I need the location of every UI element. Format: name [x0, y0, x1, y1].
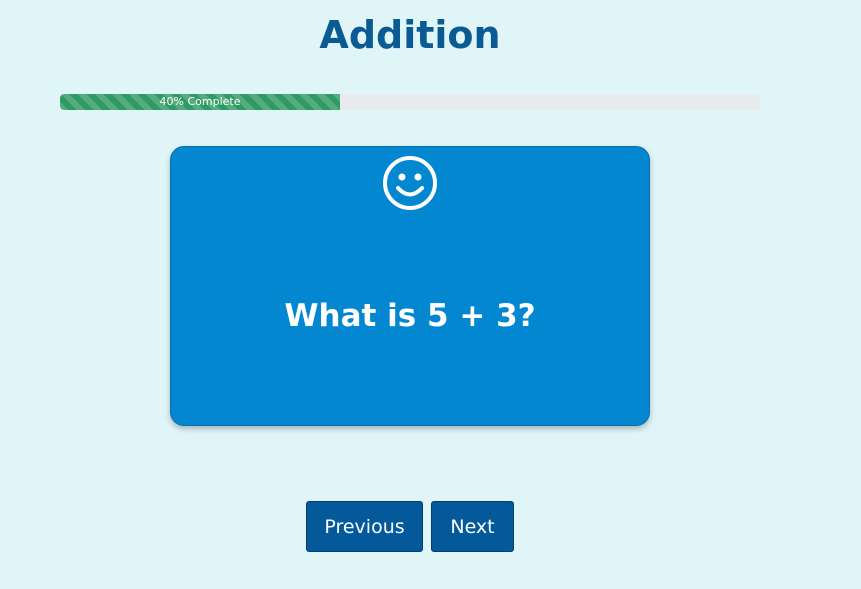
previous-button[interactable]: Previous: [306, 501, 423, 552]
progress-bar: 40% Complete: [60, 94, 760, 110]
next-button[interactable]: Next: [431, 501, 514, 552]
smiley-face-icon: [383, 156, 437, 210]
question-text: What is 5 + 3?: [284, 298, 536, 334]
flashcard[interactable]: What is 5 + 3?: [170, 146, 650, 426]
page-title: Addition: [319, 13, 501, 57]
progress-label: 40% Complete: [159, 95, 241, 108]
progress-bar-fill: 40% Complete: [60, 94, 340, 110]
